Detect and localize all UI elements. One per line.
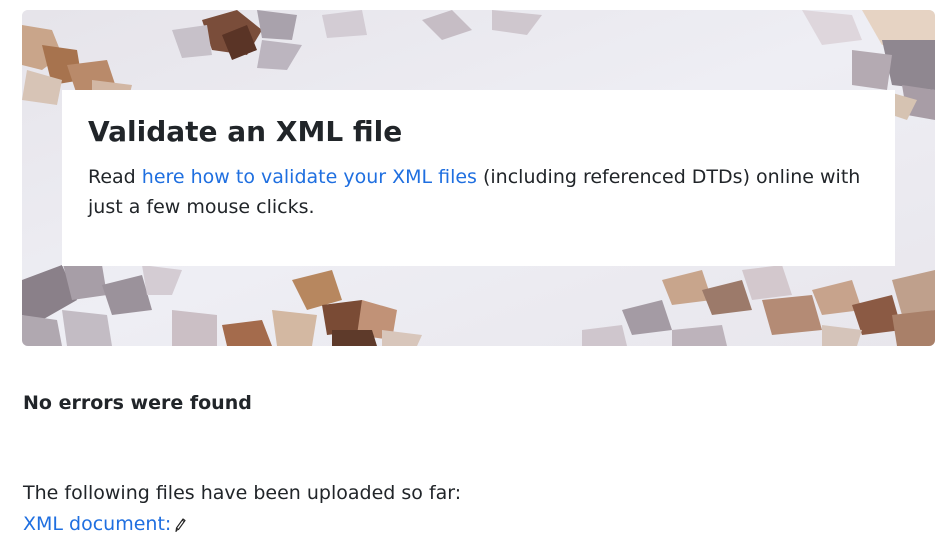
validation-status: No errors were found (23, 392, 252, 414)
validation-help-link[interactable]: here how to validate your XML files (142, 166, 477, 188)
xml-document-link[interactable]: XML document: (23, 513, 171, 535)
hero-card: Validate an XML file Read here how to va… (62, 90, 895, 266)
page-title: Validate an XML file (88, 115, 403, 148)
uploaded-files-list: XML document: (23, 510, 187, 538)
hero-text-before: Read (88, 166, 142, 188)
pencil-icon[interactable] (173, 512, 187, 533)
hero-banner: Validate an XML file Read here how to va… (22, 10, 935, 346)
uploaded-files-label: The following files have been uploaded s… (23, 482, 462, 504)
hero-description: Read here how to validate your XML files… (88, 162, 869, 222)
